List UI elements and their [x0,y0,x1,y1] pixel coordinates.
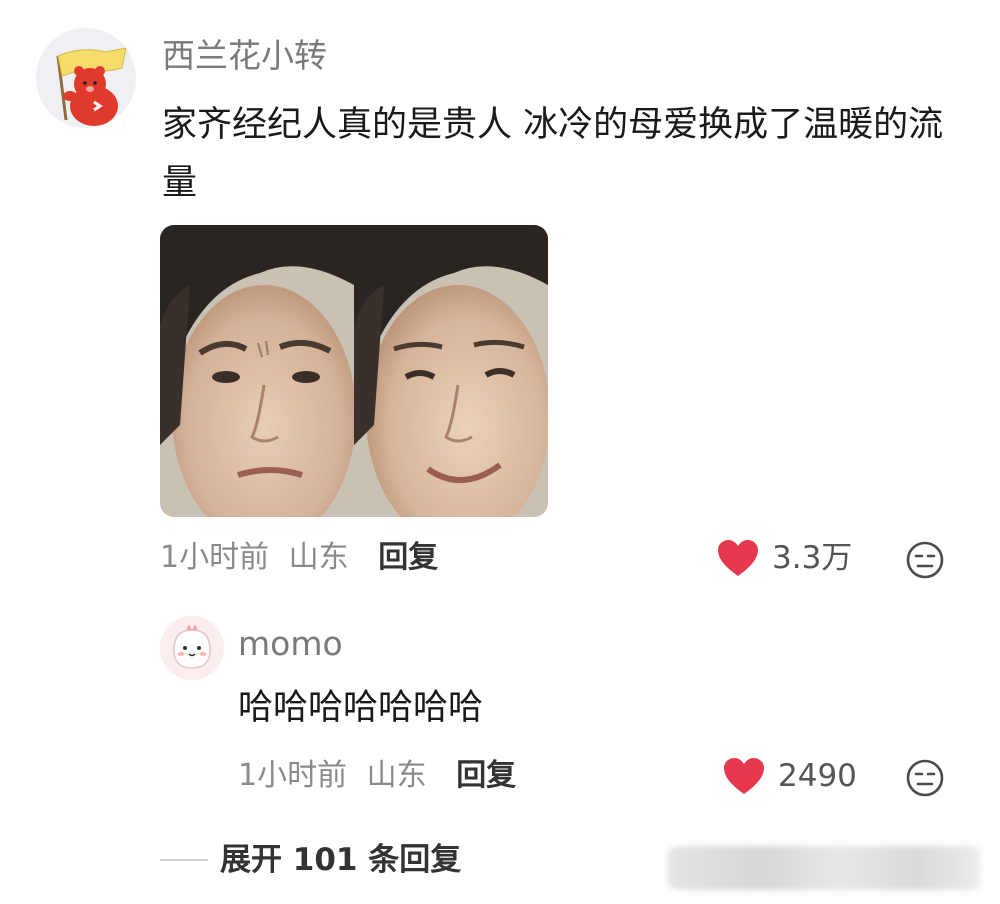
reply-avatar[interactable] [160,616,224,680]
reply-time: 1小时前 [238,758,348,793]
reply-text: 哈哈哈哈哈哈哈 [238,688,484,728]
frowning-face-photo[interactable] [160,225,354,517]
comment-location: 山东 [288,540,349,575]
blurred-watermark [668,846,980,890]
reply-username[interactable]: momo [238,622,343,666]
expand-replies-button[interactable]: 展开 101 条回复 [160,838,461,882]
comment-text: 家齐经纪人真的是贵人 冰冷的母爱换成了温暖的流量 [162,105,944,203]
heart-icon [724,758,764,794]
reply-meta: 1小时前 山东 回复 [238,756,516,796]
like-count: 3.3万 [772,540,853,576]
comment-image-grid[interactable] [160,225,548,517]
reply-reply-button[interactable]: 回复 [456,758,516,793]
neutral-face-icon[interactable] [905,540,945,580]
reply-like-button[interactable]: 2490 [722,756,857,796]
expand-replies-label: 展开 101 条回复 [220,842,462,878]
reply-like-count: 2490 [778,758,857,794]
bear-flag-avatar-icon [36,28,136,128]
cute-dino-avatar-icon [160,616,224,680]
comment-time: 1小时前 [160,540,270,575]
like-button[interactable]: 3.3万 [716,538,852,578]
expand-divider [160,859,208,861]
reply-location: 山东 [366,758,427,793]
comment-meta: 1小时前 山东 回复 [160,538,438,578]
smiling-face-photo[interactable] [354,225,548,517]
username[interactable]: 西兰花小转 [162,34,327,78]
heart-icon [718,540,758,576]
neutral-face-icon[interactable] [905,758,945,798]
avatar[interactable] [36,28,136,128]
reply-button[interactable]: 回复 [378,540,438,575]
